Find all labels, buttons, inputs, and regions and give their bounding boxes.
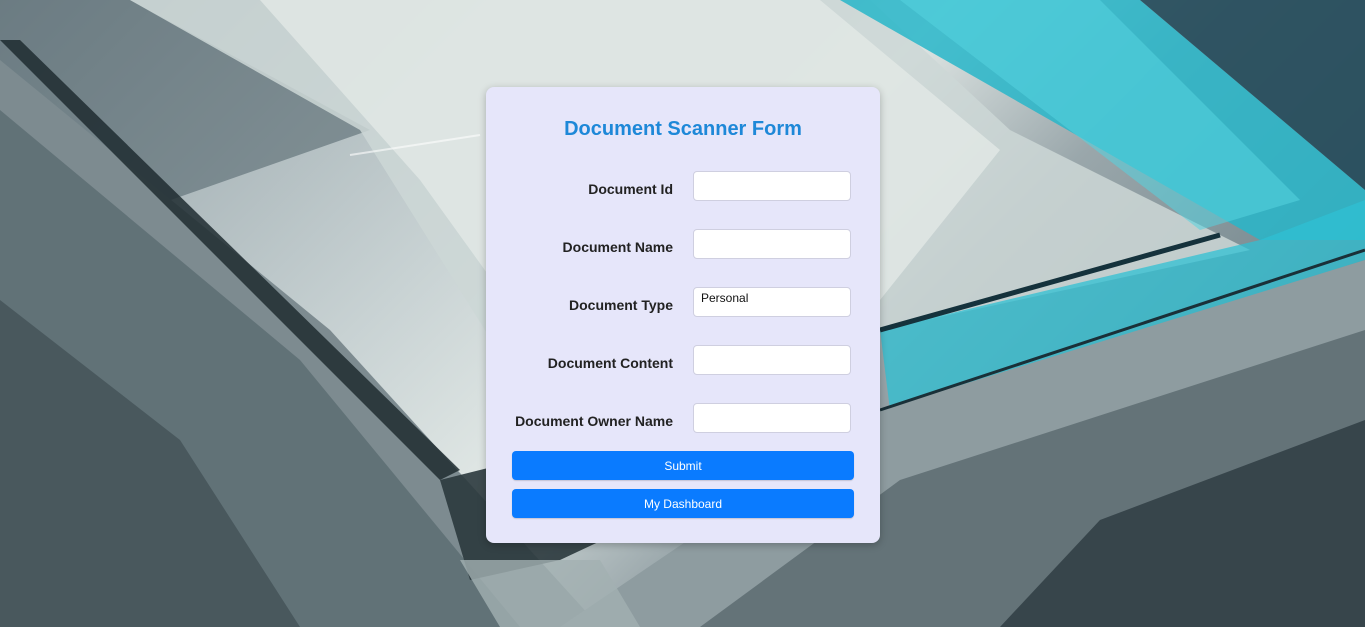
my-dashboard-button[interactable]: My Dashboard: [512, 489, 854, 518]
document-owner-name-label: Document Owner Name: [515, 413, 673, 429]
form-title: Document Scanner Form: [564, 118, 802, 140]
document-name-input[interactable]: [693, 229, 851, 259]
document-type-input[interactable]: [693, 287, 851, 317]
document-content-label: Document Content: [547, 355, 673, 371]
field-row-document-type: Document Type: [486, 287, 880, 317]
document-owner-name-input[interactable]: [693, 403, 851, 433]
document-content-input[interactable]: [693, 345, 851, 375]
submit-button[interactable]: Submit: [512, 451, 854, 480]
document-id-label: Document Id: [588, 181, 673, 197]
document-name-label: Document Name: [562, 239, 673, 255]
field-row-document-content: Document Content: [486, 345, 880, 375]
document-id-input[interactable]: [693, 171, 851, 201]
document-scanner-form: Document Scanner Form Document Id Docume…: [486, 87, 880, 543]
field-row-document-owner-name: Document Owner Name: [486, 403, 880, 433]
field-row-document-name: Document Name: [486, 229, 880, 259]
document-type-label: Document Type: [569, 297, 673, 313]
field-row-document-id: Document Id: [486, 171, 880, 201]
